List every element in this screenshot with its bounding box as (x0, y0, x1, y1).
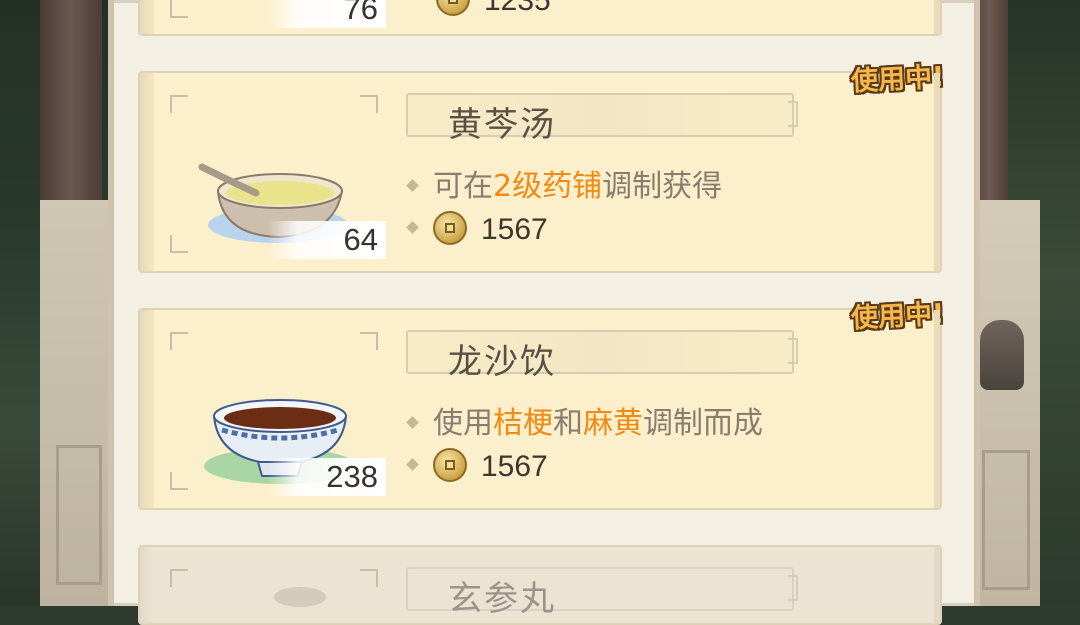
corner-ornament (360, 332, 378, 350)
background-pot (980, 320, 1024, 390)
item-count: 238 (268, 458, 386, 496)
item-count: 64 (268, 221, 386, 259)
price-value: 1235 (484, 0, 551, 17)
desc-text: 调制获得 (602, 169, 723, 204)
bullet-diamond-icon (406, 415, 419, 429)
corner-ornament (170, 332, 188, 350)
background-left (0, 0, 110, 606)
in-use-badge: 使用中! (850, 61, 945, 98)
recipe-card[interactable]: 64 黄芩汤 可在2级药铺调制获得 1567 使用中! (138, 62, 945, 273)
bullet-diamond-icon (406, 221, 419, 234)
desc-text: 和 (553, 406, 583, 441)
background-right (970, 0, 1080, 606)
item-count: 76 (268, 0, 386, 28)
corner-ornament (360, 569, 378, 587)
corner-ornament (170, 235, 188, 253)
recipe-card[interactable]: 玄参丸 (138, 545, 942, 625)
item-name-plate: 黄芩汤 (406, 93, 798, 145)
bullet-diamond-icon (406, 178, 419, 192)
source-line: 可在2级药铺调制获得 (406, 161, 722, 205)
desc-highlight: 2级药铺 (493, 169, 603, 204)
copper-coin-icon (433, 211, 467, 245)
bullet-diamond-icon (406, 458, 419, 471)
panel-edge (108, 0, 114, 606)
desc-highlight: 麻黄 (583, 406, 643, 441)
copper-coin-icon (433, 448, 467, 482)
background-lattice (982, 450, 1030, 590)
corner-ornament (170, 472, 188, 490)
corner-ornament (170, 0, 188, 18)
price-value: 1567 (481, 213, 548, 246)
desc-text: 使用 (433, 406, 493, 441)
recipe-card[interactable]: 238 龙沙饮 使用桔梗和麻黄调制而成 1567 使用中! (138, 299, 945, 510)
source-line: 使用桔梗和麻黄调制而成 (406, 398, 763, 442)
item-name: 龙沙饮 (448, 342, 556, 382)
corner-ornament (170, 569, 188, 587)
item-name: 玄参丸 (448, 579, 556, 619)
item-name-plate: 玄参丸 (406, 567, 798, 619)
recipe-card[interactable]: 76 1235 (138, 0, 942, 36)
item-name: 黄芩汤 (448, 105, 556, 145)
price-line: 1567 (406, 211, 548, 249)
price-line: 1235 (436, 0, 551, 20)
item-name-plate: 龙沙饮 (406, 330, 798, 382)
corner-ornament (360, 95, 378, 113)
panel-edge (974, 0, 980, 606)
price-value: 1567 (481, 450, 548, 483)
desc-highlight: 桔梗 (493, 406, 553, 441)
corner-ornament (170, 95, 188, 113)
background-lattice (56, 445, 102, 585)
copper-coin-icon (436, 0, 470, 16)
desc-text: 可在 (433, 169, 493, 204)
in-use-badge: 使用中! (850, 298, 945, 335)
price-line: 1567 (406, 448, 548, 486)
jar-icon (274, 587, 326, 607)
desc-text: 调制而成 (643, 406, 763, 441)
